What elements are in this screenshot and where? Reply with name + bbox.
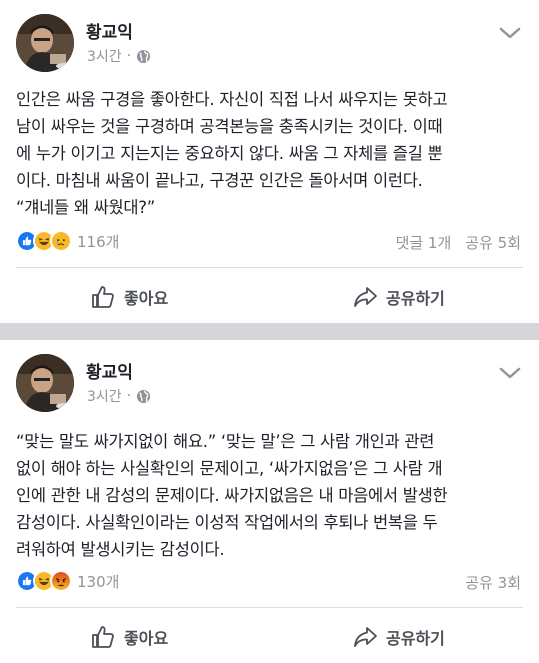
post-text: 인간은 싸움 구경을 좋아한다. 자신이 직접 나서 싸우지는 못하고 남이 싸…	[16, 90, 448, 217]
share-icon	[354, 627, 377, 647]
avatar[interactable]	[16, 354, 74, 412]
reaction-count[interactable]: 116개	[77, 231, 119, 252]
share-button[interactable]: 공유하기	[352, 624, 445, 650]
like-label: 좋아요	[124, 629, 169, 648]
share-label: 공유하기	[386, 289, 445, 308]
post-time[interactable]: 3시간	[87, 386, 122, 406]
angry-reaction-icon	[50, 570, 72, 592]
chevron-down-icon[interactable]	[499, 366, 521, 380]
post-meta: 3시간 ·	[87, 386, 151, 406]
reaction-summary[interactable]: 130개	[16, 570, 119, 592]
feed-separator	[0, 323, 539, 340]
like-label: 좋아요	[124, 289, 169, 308]
divider	[16, 267, 523, 268]
comment-count[interactable]: 댓글 1개	[396, 232, 452, 253]
like-button[interactable]: 좋아요	[90, 624, 168, 650]
post-meta: 3시간 ·	[87, 46, 151, 66]
avatar[interactable]	[16, 14, 74, 72]
post-stats: 공유 3회	[465, 572, 521, 593]
share-count[interactable]: 공유 5회	[465, 232, 521, 253]
post-time[interactable]: 3시간	[87, 46, 122, 66]
like-button[interactable]: 좋아요	[90, 284, 168, 310]
share-label: 공유하기	[386, 629, 445, 648]
divider	[16, 607, 523, 608]
globe-icon	[137, 389, 151, 403]
reaction-count[interactable]: 130개	[77, 571, 119, 592]
sad-reaction-icon	[50, 230, 72, 252]
chevron-down-icon[interactable]	[499, 26, 521, 40]
thumbs-up-icon	[92, 626, 114, 648]
post-1: 황교익 3시간 · 인간은 싸움 구경을 좋아한다. 자신이 직접 나서 싸우지…	[0, 0, 539, 323]
author-name[interactable]: 황교익	[86, 18, 133, 43]
post-text: “맞는 말도 싸가지없이 해요.” ‘맞는 말’은 그 사람 개인과 관련 없이…	[16, 432, 448, 559]
post-stats: 댓글 1개 공유 5회	[396, 232, 521, 253]
share-count[interactable]: 공유 3회	[465, 572, 521, 593]
post-2: 황교익 3시간 · “맞는 말도 싸가지없이 해요.” ‘맞는 말’은 그 사람…	[0, 340, 539, 663]
author-name[interactable]: 황교익	[86, 358, 133, 383]
share-button[interactable]: 공유하기	[352, 284, 445, 310]
globe-icon	[137, 49, 151, 63]
thumbs-up-icon	[92, 286, 114, 308]
reaction-summary[interactable]: 116개	[16, 230, 119, 252]
share-icon	[354, 287, 377, 307]
